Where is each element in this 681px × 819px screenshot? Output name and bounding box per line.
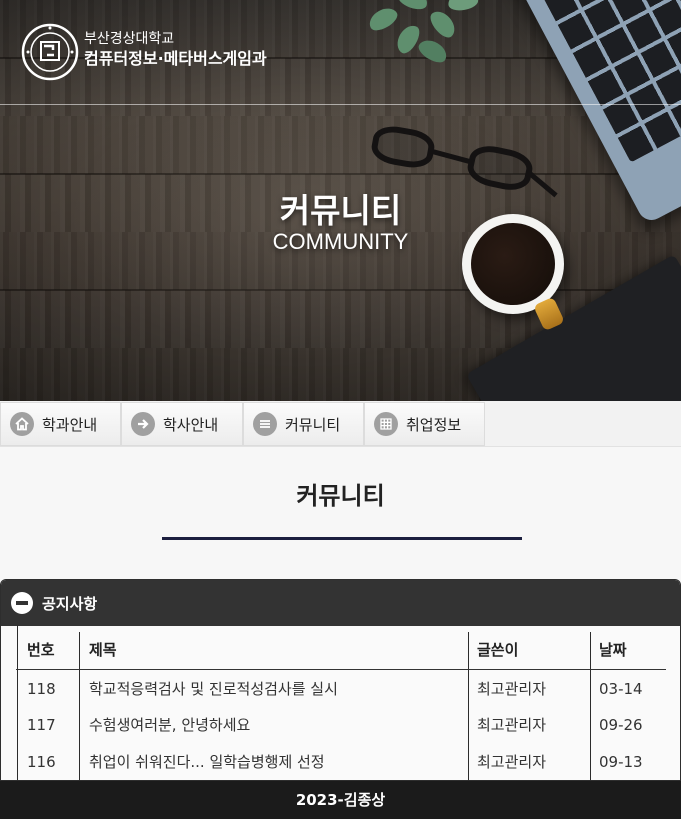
hero-subtitle: COMMUNITY <box>272 229 409 254</box>
column-header: 날짜 <box>599 641 627 659</box>
nav-label: 커뮤니티 <box>285 415 341 434</box>
footer: 2023-김종상 <box>0 781 681 819</box>
post-date: 09-13 <box>599 753 643 771</box>
post-number: 117 <box>27 716 56 734</box>
column-header: 제목 <box>89 641 117 659</box>
post-subject[interactable]: 수험생여러분, 안녕하세요 <box>80 707 468 744</box>
table-header-row: 번호 제목 글쓴이 날짜 <box>16 632 666 669</box>
notice-panel-header[interactable]: 공지사항 <box>1 580 680 626</box>
table-row[interactable]: 116 취업이 쉬워진다... 일학습병행제 선정 최고관리자 09-13 <box>16 744 666 781</box>
post-subject[interactable]: 취업이 쉬워진다... 일학습병행제 선정 <box>80 744 468 781</box>
nav-item-department-info[interactable]: 학과안내 <box>0 402 121 446</box>
post-date: 03-14 <box>599 680 643 698</box>
arrow-right-icon <box>131 412 155 436</box>
hero-title: 커뮤니티 <box>279 191 402 230</box>
post-subject[interactable]: 학교적응력검사 및 진로적성검사를 실시 <box>80 671 468 708</box>
post-number: 118 <box>27 680 56 698</box>
department-name[interactable]: 컴퓨터정보·메타버스게임과 <box>84 49 267 69</box>
nav-label: 학사안내 <box>163 415 219 434</box>
hero-banner: 부산경상대학교 컴퓨터정보·메타버스게임과 커뮤니티 COMMUNITY <box>0 0 681 401</box>
post-author: 최고관리자 <box>477 716 547 734</box>
title-underline <box>162 537 522 540</box>
nav-item-community[interactable]: 커뮤니티 <box>243 402 364 446</box>
nav-item-employment-info[interactable]: 취업정보 <box>364 402 485 446</box>
table-header-border <box>16 669 666 670</box>
nav-label: 취업정보 <box>406 415 462 434</box>
post-number: 116 <box>27 753 56 771</box>
menu-icon <box>253 412 277 436</box>
post-author: 최고관리자 <box>477 680 547 698</box>
column-header: 글쓴이 <box>477 641 519 659</box>
table-row[interactable]: 117 수험생여러분, 안녕하세요 최고관리자 09-26 <box>16 707 666 744</box>
nav-item-academic-info[interactable]: 학사안내 <box>121 402 243 446</box>
table-row[interactable]: 118 학교적응력검사 및 진로적성검사를 실시 최고관리자 03-14 <box>16 671 666 708</box>
nav-label: 학과안내 <box>42 415 98 434</box>
main-nav: 학과안내 학사안내 커뮤니티 취업정보 <box>0 401 681 447</box>
page-title: 커뮤니티 <box>296 482 385 510</box>
notice-panel-title: 공지사항 <box>42 594 98 613</box>
plant-decoration <box>358 0 488 80</box>
collapse-icon[interactable] <box>11 592 33 614</box>
post-author: 최고관리자 <box>477 753 547 771</box>
home-icon <box>10 412 34 436</box>
post-date: 09-26 <box>599 716 643 734</box>
school-name: 부산경상대학교 <box>84 31 175 47</box>
grid-icon <box>374 412 398 436</box>
school-logo[interactable] <box>20 22 80 82</box>
column-header: 번호 <box>27 641 55 659</box>
